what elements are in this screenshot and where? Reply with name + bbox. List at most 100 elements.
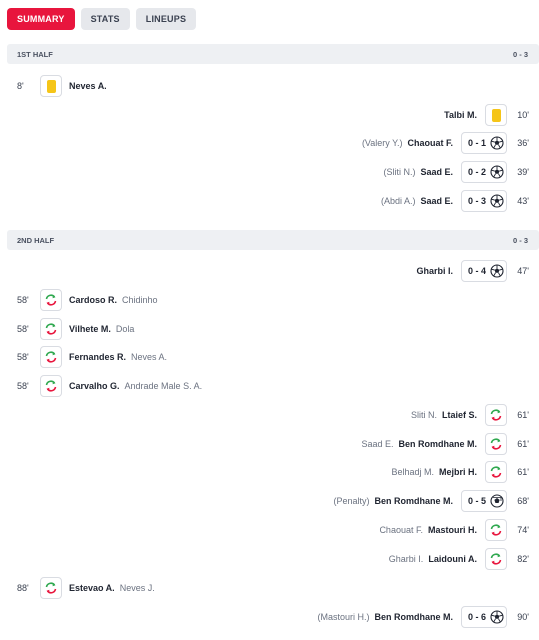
incident-row: 61' Sliti N. Ltaief S. — [0, 401, 539, 429]
goal-score-box: 0 - 3 — [461, 190, 507, 212]
substitution-icon — [490, 553, 502, 565]
incident-minute: 58' — [17, 352, 29, 362]
substitution-icon — [490, 524, 502, 536]
substitution-icon — [45, 323, 57, 335]
incident-row: 10' Talbi M. — [0, 101, 539, 129]
player-name[interactable]: Chaouat F. — [407, 138, 453, 148]
goal-score: 0 - 6 — [467, 612, 486, 622]
incident-minute: 61' — [517, 410, 529, 420]
substitution-icon — [45, 380, 57, 392]
incident-text: Neves A. — [69, 72, 107, 100]
incident-icon-box — [485, 433, 507, 455]
incident-minute: 43' — [517, 196, 529, 206]
incident-text: Cardoso R. Chidinho — [69, 286, 158, 314]
goal-ball-icon — [490, 264, 504, 278]
goal-score-box: 0 - 5 — [461, 490, 507, 512]
substitution-icon — [490, 438, 502, 450]
player-name[interactable]: Ben Romdhane M. — [398, 439, 477, 449]
incident-icon-box — [40, 375, 62, 397]
player-name[interactable]: Fernandes R. — [69, 352, 126, 362]
tab-stats[interactable]: STATS — [80, 8, 130, 30]
incident-row: 8' Neves A. — [0, 72, 539, 100]
player-name[interactable]: Mastouri H. — [428, 525, 477, 535]
incident-text: (Valery Y.) Chaouat F. — [362, 129, 453, 157]
incident-icon-box — [485, 519, 507, 541]
player-name[interactable]: Saad E. — [420, 196, 453, 206]
player-name[interactable]: Ltaief S. — [442, 410, 477, 420]
goal-ball-icon — [490, 165, 504, 179]
incident-text: Belhadj M. Mejbri H. — [391, 458, 477, 486]
player-out-name[interactable]: Chaouat F. — [379, 525, 423, 535]
incident-text: Fernandes R. Neves A. — [69, 343, 167, 371]
incident-minute: 8' — [17, 81, 24, 91]
player-name[interactable]: Estevao A. — [69, 583, 115, 593]
incident-minute: 61' — [517, 467, 529, 477]
player-name[interactable]: Cardoso R. — [69, 295, 117, 305]
goal-score-box: 0 - 1 — [461, 132, 507, 154]
player-out-name[interactable]: Neves J. — [120, 583, 155, 593]
incident-icon-box — [40, 346, 62, 368]
incident-icon-box — [485, 404, 507, 426]
incident-text: (Sliti N.) Saad E. — [383, 158, 453, 186]
player-name[interactable]: Laidouni A. — [428, 554, 477, 564]
incident-detail: (Penalty) — [333, 496, 370, 506]
player-out-name[interactable]: Belhadj M. — [391, 467, 434, 477]
player-name[interactable]: Vilhete M. — [69, 324, 111, 334]
incident-icon-box — [485, 461, 507, 483]
tab-lineups[interactable]: LINEUPS — [135, 8, 197, 30]
goal-ball-icon — [490, 610, 504, 624]
player-name[interactable]: Mejbri H. — [439, 467, 477, 477]
incident-icon-box — [485, 548, 507, 570]
incident-row: 61' Saad E. Ben Romdhane M. — [0, 430, 539, 458]
incident-row: 68' 0 - 5 (Penalty) Ben Romdhane M. — [0, 487, 539, 515]
half-label: 1ST HALF — [17, 49, 53, 59]
incident-text: Vilhete M. Dola — [69, 315, 134, 343]
incident-row: 58' Fernandes R. Neves A. — [0, 343, 539, 371]
substitution-icon — [490, 409, 502, 421]
incident-text: (Penalty) Ben Romdhane M. — [333, 487, 453, 515]
first-half-header: 1ST HALF 0 - 3 — [7, 44, 539, 64]
half-score: 0 - 3 — [512, 49, 528, 59]
incident-row: 58' Vilhete M. Dola — [0, 315, 539, 343]
substitution-icon — [45, 582, 57, 594]
incident-text: (Mastouri H.) Ben Romdhane M. — [317, 603, 453, 631]
player-out-name[interactable]: Andrade Male S. A. — [125, 381, 203, 391]
player-out-name[interactable]: Saad E. — [361, 439, 393, 449]
goal-score: 0 - 3 — [467, 196, 486, 206]
incident-detail: (Mastouri H.) — [317, 612, 370, 622]
incident-minute: 36' — [517, 138, 529, 148]
incident-row: 47' 0 - 4 Gharbi I. — [0, 257, 539, 285]
incident-row: 58' Carvalho G. Andrade Male S. A. — [0, 372, 539, 400]
substitution-icon — [490, 466, 502, 478]
incident-text: Gharbi I. — [416, 257, 453, 285]
player-name[interactable]: Carvalho G. — [69, 381, 120, 391]
goal-score-box: 0 - 2 — [461, 161, 507, 183]
incident-minute: 82' — [517, 554, 529, 564]
player-out-name[interactable]: Chidinho — [122, 295, 158, 305]
incident-icon-box — [40, 75, 62, 97]
tab-summary[interactable]: SUMMARY — [7, 8, 75, 30]
player-name[interactable]: Ben Romdhane M. — [374, 612, 453, 622]
player-name[interactable]: Neves A. — [69, 81, 107, 91]
incident-row: 58' Cardoso R. Chidinho — [0, 286, 539, 314]
incident-minute: 58' — [17, 324, 29, 334]
player-out-name[interactable]: Neves A. — [131, 352, 167, 362]
player-name[interactable]: Gharbi I. — [416, 266, 453, 276]
substitution-icon — [45, 351, 57, 363]
goal-score: 0 - 5 — [467, 496, 486, 506]
goal-score: 0 - 2 — [467, 167, 486, 177]
penalty-goal-icon — [490, 494, 504, 508]
player-name[interactable]: Ben Romdhane M. — [374, 496, 453, 506]
incident-icon-box — [40, 577, 62, 599]
player-name[interactable]: Talbi M. — [444, 110, 477, 120]
player-out-name[interactable]: Sliti N. — [411, 410, 437, 420]
goal-ball-icon — [490, 194, 504, 208]
incident-text: Carvalho G. Andrade Male S. A. — [69, 372, 202, 400]
incident-row: 90' 0 - 6 (Mastouri H.) Ben Romdhane M. — [0, 603, 539, 631]
yellow-card-icon — [46, 79, 56, 93]
player-out-name[interactable]: Dola — [116, 324, 135, 334]
second-half-header: 2ND HALF 0 - 3 — [7, 230, 539, 250]
player-out-name[interactable]: Gharbi I. — [389, 554, 424, 564]
player-name[interactable]: Saad E. — [420, 167, 453, 177]
goal-ball-icon — [490, 136, 504, 150]
